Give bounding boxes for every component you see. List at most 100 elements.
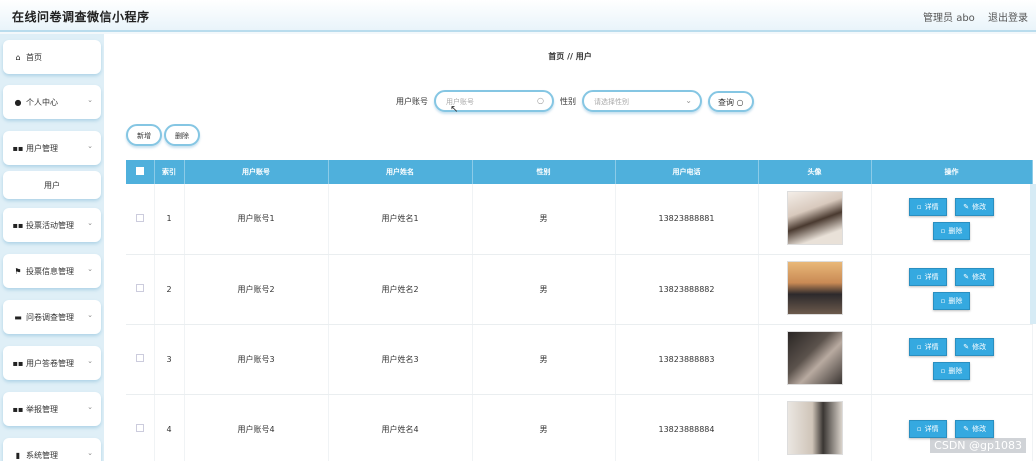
sidebar-item-user-management[interactable]: ▪▪ 用户管理 ⌄ [3, 131, 101, 165]
add-button[interactable]: 新增 [126, 124, 162, 146]
row-gender: 男 [472, 324, 616, 395]
edit-button[interactable]: ✎ 修改 [955, 420, 995, 438]
row-checkbox[interactable] [135, 284, 144, 292]
select-all-checkbox[interactable] [135, 167, 144, 175]
sidebar-item-label: 投票信息管理 [26, 266, 74, 276]
edit-button[interactable]: ✎ 修改 [955, 268, 995, 286]
logout-link[interactable]: 退出登录 [988, 13, 1028, 24]
row-checkbox[interactable] [135, 424, 144, 432]
detail-button[interactable]: ▫ 详情 [908, 420, 947, 438]
sidebar-item-survey[interactable]: ▬ 问卷调查管理 ⌄ [3, 300, 101, 334]
gender-label: 性别 [560, 97, 576, 106]
sidebar-item-answer-sheets[interactable]: ▪▪ 用户答卷管理 ⌄ [3, 346, 101, 380]
gender-select[interactable]: 请选择性别 ⌄ [582, 90, 702, 112]
column-header: 头像 [758, 160, 872, 184]
top-bar: 在线问卷调查微信小程序 管理员 abo 退出登录 [0, 0, 1036, 32]
grid-icon: ▪▪ [12, 220, 24, 230]
document-icon: ▫ [916, 343, 922, 351]
row-checkbox[interactable] [135, 354, 144, 362]
chevron-down-icon: ⌄ [87, 265, 93, 273]
home-icon: ⌂ [15, 52, 21, 62]
detail-button[interactable]: ▫ 详情 [908, 338, 947, 356]
row-gender: 男 [472, 254, 616, 325]
select-all-cell[interactable] [126, 160, 155, 184]
row-index: 2 [154, 254, 185, 325]
sidebar-item-home[interactable]: ⌂ 首页 [3, 40, 101, 74]
grid-icon: ▪▪ [12, 358, 24, 368]
folder-icon: ▬ [14, 312, 22, 322]
sidebar-item-vote-info[interactable]: ⚑ 投票信息管理 ⌄ [3, 254, 101, 288]
column-header: 操作 [871, 160, 1033, 184]
row-index: 4 [154, 394, 185, 461]
watermark: CSDN @gp1083 [930, 438, 1026, 453]
row-index: 1 [154, 184, 185, 255]
row-phone: 13823888884 [615, 394, 759, 461]
delete-button[interactable]: 删除 [164, 124, 200, 146]
document-icon: ▫ [916, 273, 922, 281]
row-gender: 男 [472, 394, 616, 461]
current-user[interactable]: 管理员 abo [923, 13, 975, 24]
sidebar-item-label: 投票活动管理 [26, 220, 74, 230]
row-account: 用户账号2 [184, 254, 329, 325]
sidebar: ⌂ 首页 ● 个人中心 ⌄ ▪▪ 用户管理 ⌄ 用户 ▪▪ 投票活动管理 ⌄ ⚑… [0, 34, 104, 461]
sidebar-item-vote-activity[interactable]: ▪▪ 投票活动管理 ⌄ [3, 208, 101, 242]
sidebar-item-label: 用户 [44, 180, 60, 190]
trash-icon: ▫ [940, 226, 946, 235]
mouse-cursor-icon: ↖ [450, 104, 459, 115]
row-name: 用户姓名4 [328, 394, 473, 461]
breadcrumb: 首页 // 用户 [548, 52, 592, 61]
chevron-down-icon: ⌄ [87, 357, 93, 365]
table-row: 4 用户账号4 用户姓名4 男 13823888884 ▫ 详情 ✎ 修改 [126, 394, 1033, 461]
edit-button[interactable]: ✎ 修改 [955, 197, 995, 216]
sidebar-item-label: 系统管理 [26, 450, 58, 460]
table-header-row: 索引 用户账号 用户姓名 性别 用户电话 头像 操作 [126, 160, 1033, 184]
column-header: 用户姓名 [328, 160, 473, 184]
query-button[interactable]: 查询 ○ [708, 91, 754, 112]
search-icon: ○ [736, 98, 744, 107]
row-name: 用户姓名1 [328, 184, 473, 255]
row-checkbox[interactable] [135, 213, 144, 222]
document-icon: ▫ [916, 202, 922, 211]
search-icon: ○ [537, 96, 544, 105]
row-account: 用户账号3 [184, 324, 329, 395]
sidebar-subitem-user[interactable]: 用户 [3, 171, 101, 199]
sidebar-item-label: 举报管理 [26, 404, 58, 414]
detail-button[interactable]: ▫ 详情 [908, 268, 947, 286]
avatar [786, 190, 843, 245]
sidebar-item-label: 用户管理 [26, 143, 58, 153]
sidebar-item-label: 用户答卷管理 [26, 358, 74, 368]
bar-chart-icon: ▮ [15, 450, 21, 460]
person-icon: ● [14, 97, 22, 107]
row-phone: 13823888883 [615, 324, 759, 395]
grid-icon: ▪▪ [12, 143, 24, 153]
row-name: 用户姓名3 [328, 324, 473, 395]
pencil-icon: ✎ [963, 273, 970, 281]
column-header: 索引 [154, 160, 185, 184]
sidebar-item-label: 问卷调查管理 [26, 312, 74, 322]
trash-icon: ▫ [940, 297, 946, 305]
avatar [786, 261, 843, 315]
sidebar-item-personal-center[interactable]: ● 个人中心 ⌄ [3, 85, 101, 119]
chevron-down-icon: ⌄ [87, 403, 93, 411]
sidebar-item-label: 个人中心 [26, 97, 58, 107]
detail-button[interactable]: ▫ 详情 [908, 197, 947, 216]
app-title: 在线问卷调查微信小程序 [12, 10, 150, 24]
column-header: 性别 [472, 160, 616, 184]
row-delete-button[interactable]: ▫ 删除 [932, 221, 971, 240]
chevron-down-icon: ⌄ [87, 142, 93, 150]
pencil-icon: ✎ [963, 343, 970, 351]
row-delete-button[interactable]: ▫ 删除 [932, 292, 971, 310]
main-content: 首页 // 用户 用户账号 用户账号 ○ 性别 请选择性别 ⌄ 查询 ○ ↖ 新… [104, 34, 1036, 461]
user-table: 索引 用户账号 用户姓名 性别 用户电话 头像 操作 1 用户账号1 用户姓名1… [126, 160, 1033, 461]
scrollbar[interactable] [1030, 184, 1036, 324]
row-gender: 男 [472, 184, 616, 255]
table-row: 3 用户账号3 用户姓名3 男 13823888883 ▫ 详情 ✎ 修改 ▫ 删除 [126, 324, 1033, 395]
sidebar-item-system[interactable]: ▮ 系统管理 ⌄ [3, 438, 101, 461]
top-right-menu: 管理员 abo 退出登录 [913, 9, 1028, 24]
row-account: 用户账号4 [184, 394, 329, 461]
row-delete-button[interactable]: ▫ 删除 [932, 362, 971, 380]
grid-icon: ▪▪ [12, 404, 24, 414]
edit-button[interactable]: ✎ 修改 [955, 338, 995, 356]
sidebar-item-reports[interactable]: ▪▪ 举报管理 ⌄ [3, 392, 101, 426]
table-row: 2 用户账号2 用户姓名2 男 13823888882 ▫ 详情 ✎ 修改 ▫ 删除 [126, 254, 1033, 325]
